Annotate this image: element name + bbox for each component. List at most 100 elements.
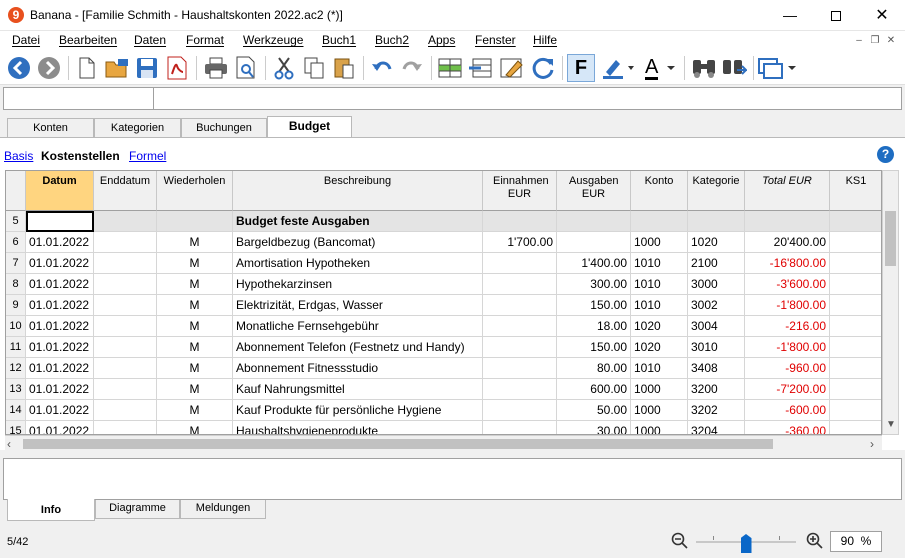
total-cell[interactable]: -3'600.00 — [745, 274, 830, 295]
enddatum-cell[interactable] — [94, 358, 157, 379]
zoom-slider-thumb[interactable] — [740, 534, 752, 553]
enddatum-cell[interactable] — [94, 211, 157, 232]
mdi-restore-icon[interactable]: ❐ — [868, 34, 882, 48]
row-number[interactable]: 8 — [6, 274, 26, 295]
kategorie-cell[interactable]: 3408 — [688, 358, 745, 379]
table-row[interactable]: 13 01.01.2022 M Kauf Nahrungsmittel 600.… — [6, 379, 881, 400]
ks1-cell[interactable] — [830, 274, 881, 295]
row-number[interactable]: 10 — [6, 316, 26, 337]
wiederholen-cell[interactable]: M — [157, 337, 233, 358]
wiederholen-cell[interactable]: M — [157, 274, 233, 295]
beschreibung-cell[interactable]: Abonnement Fitnessstudio — [233, 358, 483, 379]
total-cell[interactable]: -1'800.00 — [745, 295, 830, 316]
ks1-cell[interactable] — [830, 253, 881, 274]
kategorie-cell[interactable]: 2100 — [688, 253, 745, 274]
scroll-down-icon[interactable]: ▼ — [886, 419, 896, 430]
ks1-cell[interactable] — [830, 337, 881, 358]
new-file-icon[interactable] — [73, 54, 101, 82]
forward-icon[interactable] — [35, 54, 63, 82]
datum-cell[interactable]: 01.01.2022 — [26, 295, 94, 316]
ausgaben-cell[interactable]: 1'400.00 — [557, 253, 631, 274]
menu-hilfe[interactable]: Hilfe — [533, 33, 557, 47]
row-number[interactable]: 14 — [6, 400, 26, 421]
menu-datei[interactable]: Datei — [12, 33, 40, 47]
enddatum-cell[interactable] — [94, 400, 157, 421]
einnahmen-cell[interactable] — [483, 337, 557, 358]
einnahmen-cell[interactable] — [483, 379, 557, 400]
view-kostenstellen[interactable]: Kostenstellen — [41, 149, 120, 163]
row-number[interactable]: 9 — [6, 295, 26, 316]
maximize-button[interactable] — [813, 0, 859, 31]
print-preview-icon[interactable] — [232, 54, 260, 82]
tab-konten[interactable]: Konten — [7, 118, 94, 137]
mdi-close-icon[interactable]: ✕ — [884, 34, 898, 48]
menu-werkzeuge[interactable]: Werkzeuge — [243, 33, 303, 47]
ks1-cell[interactable] — [830, 295, 881, 316]
view-formel[interactable]: Formel — [129, 149, 166, 163]
ks1-cell[interactable] — [830, 211, 881, 232]
recalculate-icon[interactable] — [529, 54, 557, 82]
ausgaben-cell[interactable]: 300.00 — [557, 274, 631, 295]
font-color-button[interactable]: A — [640, 54, 676, 82]
datum-cell[interactable]: 01.01.2022 — [26, 274, 94, 295]
table-row[interactable]: 9 01.01.2022 M Elektrizität, Erdgas, Was… — [6, 295, 881, 316]
beschreibung-cell[interactable]: Haushaltshygieneprodukte — [233, 421, 483, 434]
column-header-ks1[interactable]: KS1 — [830, 171, 881, 211]
kategorie-cell[interactable]: 1020 — [688, 232, 745, 253]
total-cell[interactable]: -360.00 — [745, 421, 830, 434]
column-header-datum[interactable]: Datum — [26, 171, 94, 211]
ausgaben-cell[interactable] — [557, 211, 631, 232]
ks1-cell[interactable] — [830, 358, 881, 379]
total-cell[interactable]: -16'800.00 — [745, 253, 830, 274]
column-header-wiederholen[interactable]: Wiederholen — [157, 171, 233, 211]
find-replace-icon[interactable] — [720, 54, 748, 82]
column-header-enddatum[interactable]: Enddatum — [94, 171, 157, 211]
kategorie-cell[interactable]: 3002 — [688, 295, 745, 316]
total-cell[interactable]: -600.00 — [745, 400, 830, 421]
konto-cell[interactable]: 1000 — [631, 421, 688, 434]
mdi-minimize-icon[interactable]: – — [852, 34, 866, 48]
einnahmen-cell[interactable] — [483, 211, 557, 232]
wiederholen-cell[interactable]: M — [157, 295, 233, 316]
ausgaben-cell[interactable]: 50.00 — [557, 400, 631, 421]
ks1-cell[interactable] — [830, 421, 881, 434]
menu-buch1[interactable]: Buch1 — [322, 33, 356, 47]
konto-cell[interactable]: 1010 — [631, 295, 688, 316]
find-icon[interactable] — [690, 54, 718, 82]
einnahmen-cell[interactable] — [483, 295, 557, 316]
copy-icon[interactable] — [300, 54, 328, 82]
back-icon[interactable] — [5, 54, 33, 82]
beschreibung-cell[interactable]: Budget feste Ausgaben — [233, 211, 483, 232]
total-cell[interactable]: -216.00 — [745, 316, 830, 337]
menu-buch2[interactable]: Buch2 — [375, 33, 409, 47]
einnahmen-cell[interactable] — [483, 253, 557, 274]
kategorie-cell[interactable]: 3000 — [688, 274, 745, 295]
edit-cell-icon[interactable] — [498, 54, 526, 82]
kategorie-cell[interactable] — [688, 211, 745, 232]
konto-cell[interactable]: 1000 — [631, 232, 688, 253]
datum-cell[interactable]: 01.01.2022 — [26, 379, 94, 400]
konto-cell[interactable]: 1020 — [631, 337, 688, 358]
ausgaben-cell[interactable]: 80.00 — [557, 358, 631, 379]
ausgaben-cell[interactable] — [557, 232, 631, 253]
ausgaben-cell[interactable]: 600.00 — [557, 379, 631, 400]
scroll-left-icon[interactable]: ‹ — [7, 437, 11, 451]
zoom-out-icon[interactable] — [671, 532, 689, 550]
print-icon[interactable] — [202, 54, 230, 82]
konto-cell[interactable] — [631, 211, 688, 232]
horizontal-scroll-thumb[interactable] — [23, 439, 773, 449]
wiederholen-cell[interactable] — [157, 211, 233, 232]
total-cell[interactable] — [745, 211, 830, 232]
wiederholen-cell[interactable]: M — [157, 253, 233, 274]
delete-row-icon[interactable] — [466, 54, 494, 82]
row-number[interactable]: 12 — [6, 358, 26, 379]
ausgaben-cell[interactable]: 150.00 — [557, 337, 631, 358]
tab-kategorien[interactable]: Kategorien — [94, 118, 181, 137]
bold-button[interactable]: F — [567, 54, 595, 82]
total-cell[interactable]: 20'400.00 — [745, 232, 830, 253]
row-number[interactable]: 6 — [6, 232, 26, 253]
wiederholen-cell[interactable]: M — [157, 379, 233, 400]
menu-apps[interactable]: Apps — [428, 33, 455, 47]
wiederholen-cell[interactable]: M — [157, 316, 233, 337]
table-row[interactable]: 6 01.01.2022 M Bargeldbezug (Bancomat) 1… — [6, 232, 881, 253]
